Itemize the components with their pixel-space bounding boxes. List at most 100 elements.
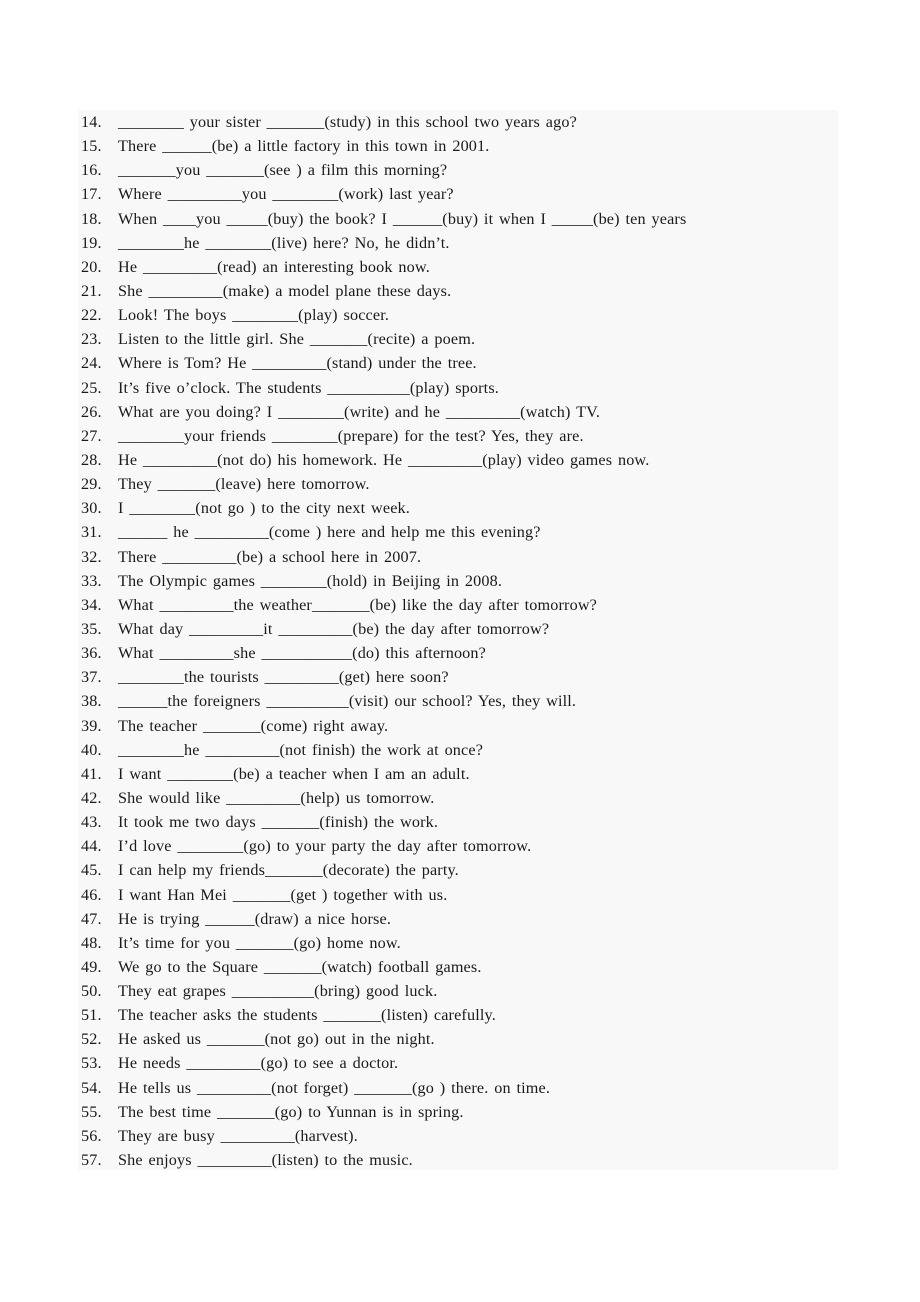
exercise-sentence: The Olympic games ________(hold) in Beij… (118, 571, 503, 590)
exercise-number: 27. (81, 426, 102, 445)
exercise-item: 30. I ________(not go ) to the city next … (78, 496, 838, 520)
exercise-number: 55. (81, 1102, 102, 1121)
exercise-item: 17. Where _________you ________(work) las… (78, 182, 838, 206)
exercise-number: 42. (81, 788, 102, 807)
exercise-number: 24. (81, 354, 102, 373)
exercise-item: 29. They _______(leave) here tomorrow. (78, 472, 838, 496)
exercise-item: 24. Where is Tom? He _________(stand) und… (78, 351, 838, 375)
exercise-number: 50. (81, 982, 102, 1001)
exercise-number: 44. (81, 837, 102, 856)
exercise-sentence: I want ________(be) a teacher when I am … (118, 764, 470, 783)
exercise-number: 29. (81, 475, 102, 494)
exercise-number: 21. (81, 281, 102, 300)
exercise-item: 42. She would like _________(help) us tom… (78, 786, 838, 810)
exercise-item: 51. The teacher asks the students _______… (78, 1003, 838, 1027)
exercise-item: 21. She _________(make) a model plane the… (78, 279, 838, 303)
exercise-item: 25. It’s five o’clock. The students _____… (78, 376, 838, 400)
exercise-item: 38. ______the foreigners __________(visit… (78, 689, 838, 713)
exercise-sentence: He is trying ______(draw) a nice horse. (118, 909, 392, 928)
exercise-number: 19. (81, 233, 102, 252)
exercise-number: 34. (81, 595, 102, 614)
exercise-item: 20. He _________(read) an interesting boo… (78, 255, 838, 279)
exercise-number: 39. (81, 716, 102, 735)
exercise-sentence: ______ he _________(come ) here and help… (118, 523, 541, 542)
exercise-sentence: ________ your sister _______(study) in t… (118, 113, 577, 131)
exercise-list: 14. ________ your sister _______(study) i… (78, 110, 838, 1172)
exercise-item: 22. Look! The boys ________(play) soccer. (78, 303, 838, 327)
exercise-item: 52. He asked us _______(not go) out in th… (78, 1027, 838, 1051)
exercise-sentence: She would like _________(help) us tomorr… (118, 788, 435, 807)
exercise-item: 53. He needs _________(go) to see a docto… (78, 1051, 838, 1075)
exercise-number: 33. (81, 571, 102, 590)
exercise-number: 20. (81, 257, 102, 276)
exercise-number: 17. (81, 185, 102, 204)
exercise-item: 43. It took me two days _______(finish) t… (78, 810, 838, 834)
exercise-item: 47. He is trying ______(draw) a nice hors… (78, 907, 838, 931)
exercise-number: 43. (81, 813, 102, 832)
exercise-number: 46. (81, 885, 102, 904)
exercise-sentence: It took me two days _______(finish) the … (118, 813, 439, 832)
exercise-sentence: ________your friends ________(prepare) f… (118, 426, 584, 445)
exercise-sentence: There ______(be) a little factory in thi… (118, 137, 490, 156)
exercise-sentence: When ____you _____(buy) the book? I ____… (118, 209, 687, 228)
exercise-sentence: What _________she ___________(do) this a… (118, 644, 487, 663)
exercise-item: 55. The best time _______(go) to Yunnan i… (78, 1100, 838, 1124)
exercise-sentence: The best time _______(go) to Yunnan is i… (118, 1102, 464, 1121)
exercise-sentence: He tells us _________(not forget) ______… (118, 1078, 551, 1097)
exercise-sentence: He _________(read) an interesting book n… (118, 257, 430, 276)
exercise-number: 26. (81, 402, 102, 421)
exercise-sentence: What _________the weather_______(be) lik… (118, 595, 597, 614)
exercise-item: 37. ________the tourists _________(get) h… (78, 665, 838, 689)
exercise-number: 15. (81, 137, 102, 156)
exercise-sentence: They eat grapes __________(bring) good l… (118, 982, 438, 1001)
exercise-number: 53. (81, 1054, 102, 1073)
exercise-sentence: The teacher _______(come) right away. (118, 716, 389, 735)
exercise-sentence: He _________(not do) his homework. He __… (118, 450, 650, 469)
exercise-item: 39. The teacher _______(come) right away. (78, 714, 838, 738)
exercise-item: 19. ________he ________(live) here? No, h… (78, 231, 838, 255)
exercise-sentence: ______the foreigners __________(visit) o… (118, 692, 577, 711)
exercise-number: 31. (81, 523, 102, 542)
exercise-number: 57. (81, 1151, 102, 1170)
exercise-sentence: He asked us _______(not go) out in the n… (118, 1030, 435, 1049)
exercise-item: 14. ________ your sister _______(study) i… (78, 110, 838, 134)
exercise-sentence: It’s time for you _______(go) home now. (118, 933, 401, 952)
exercise-sentence: The teacher asks the students _______(li… (118, 1006, 496, 1025)
exercise-number: 37. (81, 668, 102, 687)
exercise-number: 41. (81, 764, 102, 783)
exercise-sentence: Look! The boys ________(play) soccer. (118, 306, 390, 325)
exercise-sentence: She enjoys _________(listen) to the musi… (118, 1151, 413, 1170)
exercise-number: 28. (81, 450, 102, 469)
exercise-item: 57. She enjoys _________(listen) to the m… (78, 1148, 838, 1172)
exercise-number: 38. (81, 692, 102, 711)
exercise-number: 45. (81, 861, 102, 880)
exercise-number: 18. (81, 209, 102, 228)
exercise-item: 27. ________your friends ________(prepare… (78, 424, 838, 448)
exercise-sentence: I’d love ________(go) to your party the … (118, 837, 532, 856)
exercise-number: 49. (81, 957, 102, 976)
exercise-item: 40. ________he _________(not finish) the… (78, 738, 838, 762)
exercise-number: 47. (81, 909, 102, 928)
exercise-sentence: ________the tourists _________(get) here… (118, 668, 449, 687)
exercise-number: 35. (81, 619, 102, 638)
exercise-item: 16. _______you _______(see ) a film this … (78, 158, 838, 182)
exercise-item: 31. ______ he _________(come ) here and h… (78, 520, 838, 544)
exercise-sentence: Listen to the little girl. She _______(r… (118, 330, 476, 349)
exercise-item: 18. When ____you _____(buy) the book? I _… (78, 207, 838, 231)
exercise-number: 36. (81, 644, 102, 663)
exercise-number: 32. (81, 547, 102, 566)
exercise-item: 45. I can help my friends_______(decorate… (78, 858, 838, 882)
exercise-item: 28. He _________(not do) his homework. He… (78, 448, 838, 472)
exercise-number: 48. (81, 933, 102, 952)
exercise-number: 56. (81, 1126, 102, 1145)
exercise-item: 48. It’s time for you _______(go) home no… (78, 931, 838, 955)
exercise-item: 54. He tells us _________(not forget) ___… (78, 1076, 838, 1100)
exercise-sentence: I ________(not go ) to the city next wee… (118, 499, 410, 518)
exercise-item: 34. What _________the weather_______(be) … (78, 593, 838, 617)
exercise-number: 30. (81, 499, 102, 518)
exercise-sentence: What day _________it _________(be) the d… (118, 619, 550, 638)
exercise-number: 22. (81, 306, 102, 325)
exercise-sentence: They are busy _________(harvest). (118, 1126, 358, 1145)
exercise-item: 32. There _________(be) a school here in … (78, 545, 838, 569)
exercise-sentence: It’s five o’clock. The students ________… (118, 378, 499, 397)
